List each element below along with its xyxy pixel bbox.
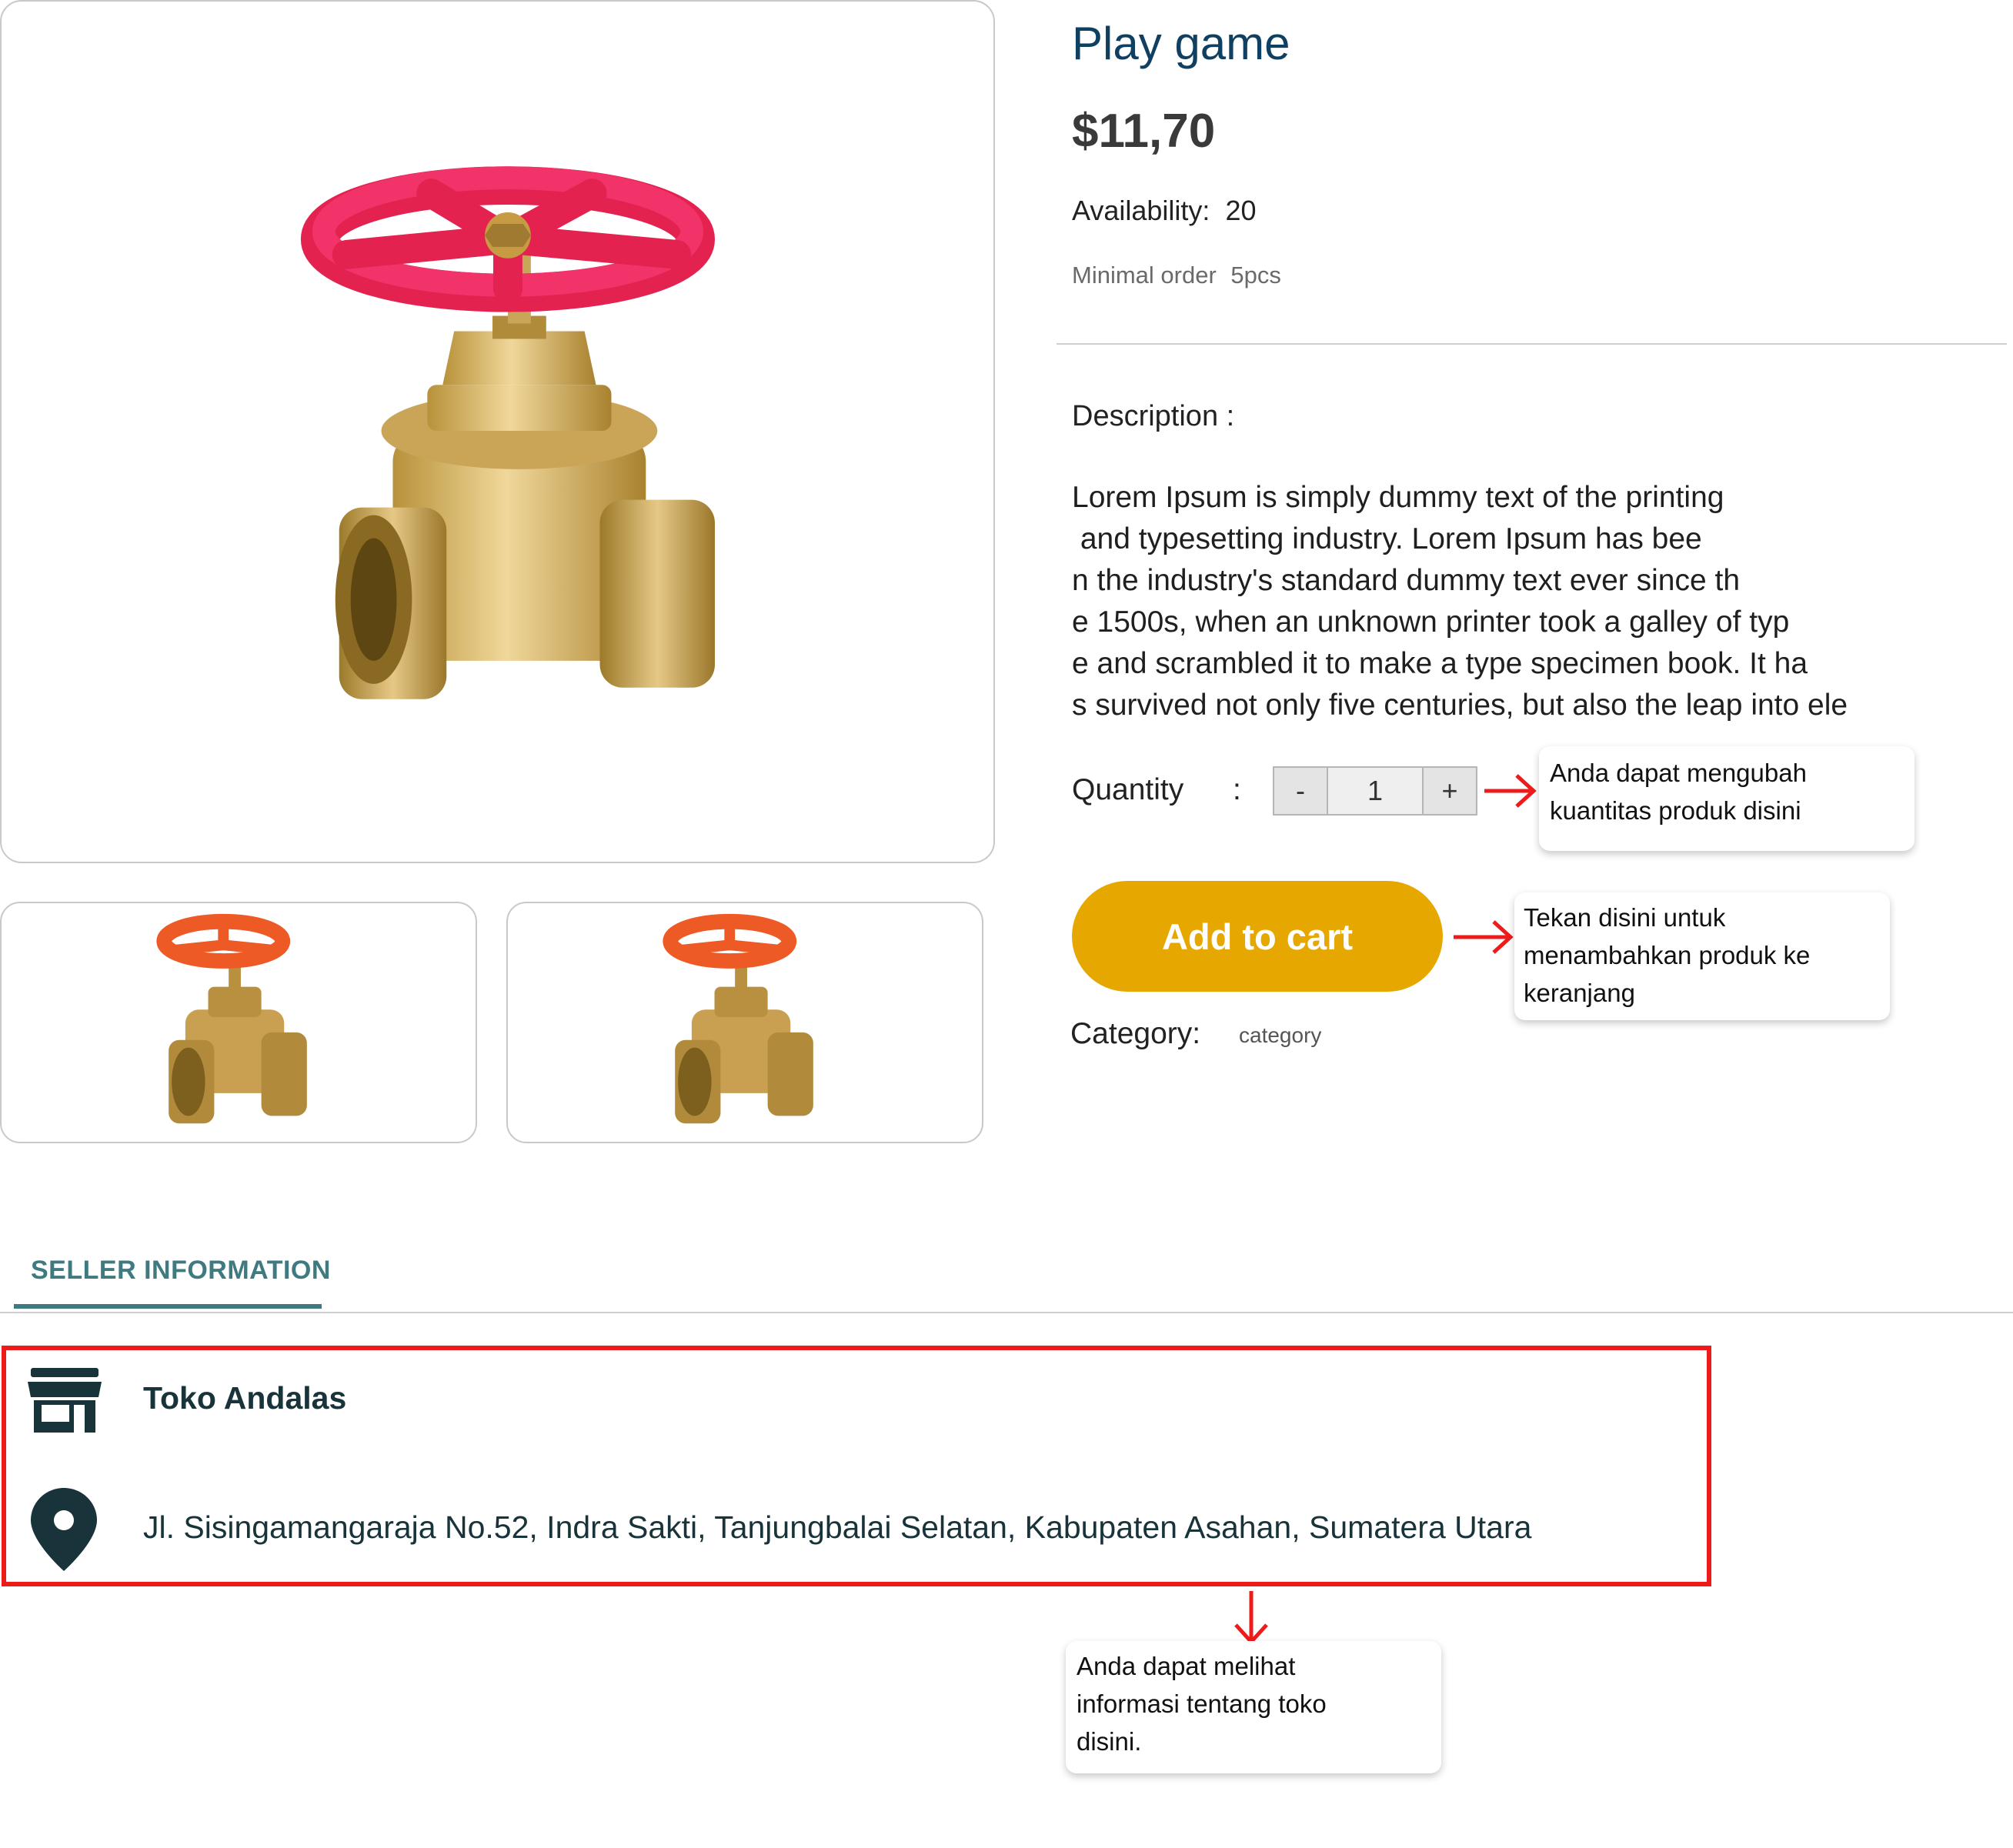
category-link[interactable]: category <box>1239 1023 1321 1048</box>
location-pin-icon <box>31 1488 97 1571</box>
store-name: Toko Andalas <box>143 1380 347 1416</box>
tab-divider <box>0 1312 2013 1313</box>
thumbnail-2[interactable] <box>506 902 983 1143</box>
thumbnail-1[interactable] <box>0 902 477 1143</box>
tooltip-line: Tekan disini untuk <box>1524 903 1726 932</box>
availability-label: Availability: <box>1072 195 1210 226</box>
quantity-stepper[interactable]: - 1 + <box>1273 766 1477 816</box>
tooltip-line: keranjang <box>1524 979 1635 1007</box>
arrow-annotation-icon <box>1484 774 1537 808</box>
description-line: n the industry's standard dummy text eve… <box>1072 564 1741 597</box>
availability-value: 20 <box>1225 195 1257 226</box>
thumbnail-valve-image <box>156 913 307 1124</box>
quantity-input[interactable]: 1 <box>1327 768 1424 814</box>
min-order-value: 5pcs <box>1230 262 1281 289</box>
add-to-cart-button[interactable]: Add to cart <box>1072 881 1443 992</box>
arrow-annotation-icon <box>1454 920 1514 954</box>
store-icon <box>28 1368 102 1433</box>
quantity-colon: : <box>1233 773 1241 806</box>
tooltip-line: menambahkan produk ke <box>1524 941 1811 969</box>
main-product-image <box>0 0 995 863</box>
description-line: and typesetting industry. Lorem Ipsum ha… <box>1072 522 1702 555</box>
decrement-button[interactable]: - <box>1274 768 1327 814</box>
product-title: Play game <box>1072 18 1290 69</box>
increment-button[interactable]: + <box>1424 768 1476 814</box>
category-label: Category: <box>1070 1017 1201 1050</box>
arrow-annotation-icon <box>1234 1591 1268 1645</box>
tooltip-line: Anda dapat melihat <box>1077 1652 1296 1680</box>
cart-tooltip: Tekan disini untuk menambahkan produk ke… <box>1514 892 1890 1020</box>
thumbnail-valve-image <box>663 913 813 1124</box>
tooltip-line: disini. <box>1077 1727 1142 1756</box>
store-address: Jl. Sisingamangaraja No.52, Indra Sakti,… <box>143 1509 1532 1545</box>
quantity-tooltip: Anda dapat mengubah kuantitas produk dis… <box>1539 746 1915 851</box>
min-order-label: Minimal order <box>1072 262 1217 289</box>
product-price: $11,70 <box>1072 105 1216 158</box>
tooltip-line: informasi tentang toko <box>1077 1690 1327 1718</box>
description-line: e and scrambled it to make a type specim… <box>1072 647 1808 680</box>
description-label: Description : <box>1072 400 1235 432</box>
description-line: s survived not only five centuries, but … <box>1072 689 1848 722</box>
description-line: e 1500s, when an unknown printer took a … <box>1072 605 1790 639</box>
tooltip-line: Anda dapat mengubah <box>1550 759 1807 787</box>
gate-valve-image <box>300 166 715 699</box>
seller-tooltip: Anda dapat melihat informasi tentang tok… <box>1066 1641 1441 1773</box>
divider <box>1057 343 2007 345</box>
availability: Availability: 20 <box>1072 195 1256 227</box>
active-tab-indicator <box>14 1304 322 1309</box>
description-line: Lorem Ipsum is simply dummy text of the … <box>1072 481 1724 514</box>
tab-seller-information[interactable]: SELLER INFORMATION <box>31 1256 331 1286</box>
minimal-order: Minimal order 5pcs <box>1072 262 1281 289</box>
quantity-label: Quantity <box>1072 773 1184 806</box>
tooltip-line: kuantitas produk disini <box>1550 796 1801 825</box>
